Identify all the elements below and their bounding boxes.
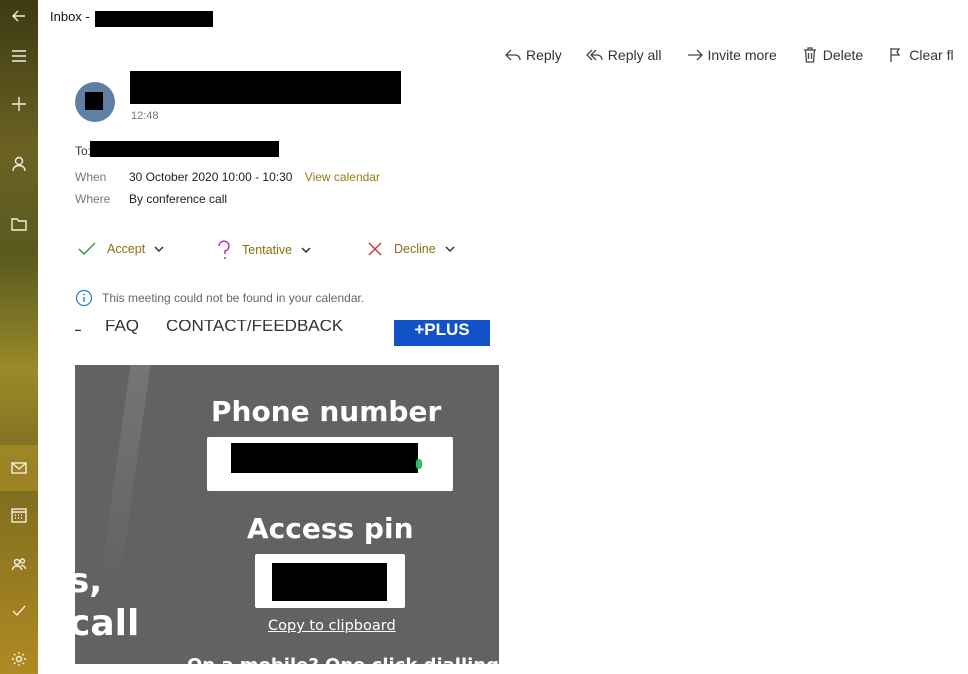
inbox-prefix: Inbox - [50,9,90,24]
checkmark-icon [78,242,96,256]
info-text: This meeting could not be found in your … [102,291,365,305]
back-icon[interactable] [4,1,34,31]
nav-faq-link[interactable]: FAQ [105,320,139,336]
accept-button[interactable]: Accept [77,240,175,258]
clear-flag-label: Clear fl [909,47,954,63]
chevron-down-icon [301,247,311,254]
app-rail [0,0,38,674]
decline-label: Decline [394,242,436,256]
left-text-fragment-2: call [75,603,140,644]
trash-icon [803,47,816,63]
calendar-info-notice: This meeting could not be found in your … [75,289,364,307]
view-calendar-link[interactable]: View calendar [305,170,380,184]
reply-button[interactable]: Reply [504,46,562,64]
question-mark-icon [218,240,230,259]
where-value: By conference call [129,192,228,206]
reply-label: Reply [526,47,562,63]
chevron-down-icon [445,246,455,253]
reply-all-button[interactable]: Reply all [585,46,662,64]
accounts-icon[interactable] [4,149,34,179]
reply-icon [505,49,521,61]
nav-contact-link[interactable]: CONTACT/FEEDBACK [166,320,343,336]
where-label: Where [75,192,111,206]
email-body: L FAQ CONTACT/FEEDBACK +PLUS Phone numbe… [75,320,499,664]
reply-all-label: Reply all [607,47,662,63]
calendar-icon[interactable] [4,500,34,530]
folder-icon[interactable] [4,209,34,239]
redacted-phone-number [231,443,418,473]
left-text-fragment-1: s, [75,561,103,601]
message-toolbar: Reply Reply all Invite more Delete Clear… [504,46,968,64]
decline-button[interactable]: Decline [366,240,466,258]
whatsapp-icon [416,459,422,469]
invite-more-label: Invite more [707,47,777,63]
message-time: 12:48 [131,110,159,122]
background-streak [99,365,151,585]
flag-icon [890,48,901,62]
forward-arrow-icon [687,49,703,61]
delete-label: Delete [822,47,864,63]
redacted-avatar-initials [85,92,103,110]
tentative-button[interactable]: Tentative [216,240,322,260]
copy-to-clipboard-link[interactable]: Copy to clipboard [268,618,396,634]
people-icon[interactable] [4,549,34,579]
info-icon [75,289,93,307]
delete-button[interactable]: Delete [801,46,863,64]
close-icon [368,242,382,256]
clear-flag-button[interactable]: Clear fl [887,46,954,64]
redacted-account [95,11,213,27]
when-label: When [75,170,107,184]
redacted-sender-subject [130,71,401,104]
access-pin-heading: Access pin [247,512,414,545]
plus-button[interactable]: +PLUS [394,320,490,346]
when-value: 30 October 2020 10:00 - 10:30 [129,170,293,184]
dial-in-panel: Phone number Access pin Copy to clipboar… [75,365,499,664]
to-label: To: [75,144,92,158]
redacted-recipients [90,141,279,157]
settings-icon[interactable] [4,644,34,674]
menu-icon[interactable] [4,41,34,71]
mail-icon[interactable] [0,445,38,491]
nav-left-fragment: L [75,320,82,335]
new-mail-icon[interactable] [4,89,34,119]
todo-icon[interactable] [4,595,34,625]
chevron-down-icon [154,246,164,253]
tentative-label: Tentative [242,243,293,257]
when-row: 30 October 2020 10:00 - 10:30 View calen… [129,170,380,184]
mobile-dialling-text: On a mobile? One click dialling [187,655,499,664]
window-title: Inbox - [50,9,90,24]
accept-label: Accept [107,242,146,256]
embedded-nav: L FAQ CONTACT/FEEDBACK +PLUS [75,320,499,346]
reply-all-icon [585,49,603,61]
redacted-access-pin [272,563,387,601]
invite-more-button[interactable]: Invite more [686,46,777,64]
phone-number-heading: Phone number [211,395,442,428]
